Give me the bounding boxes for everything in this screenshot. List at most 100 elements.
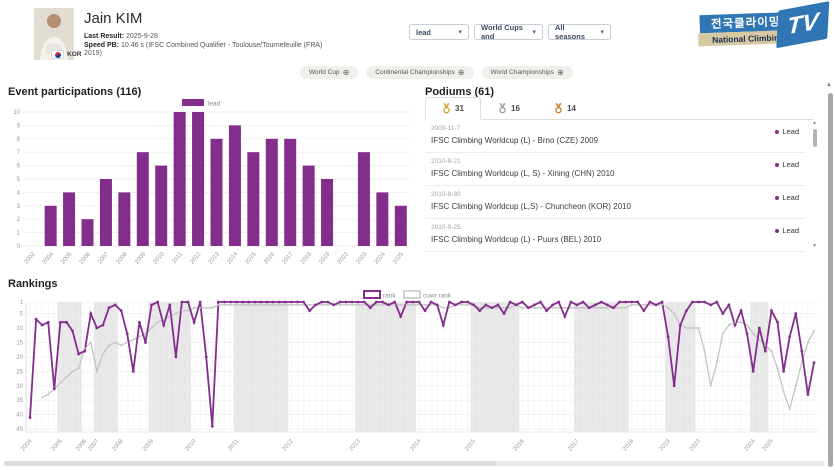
scrollbar-thumb[interactable]: [813, 129, 817, 147]
svg-text:2019: 2019: [658, 438, 672, 453]
bar: [82, 219, 94, 246]
svg-text:2006: 2006: [75, 438, 89, 453]
podium-list: 2009-11-7 IFSC Climbing Worldcup (L) - B…: [425, 120, 805, 252]
podium-date: 2009-11-7: [431, 125, 460, 132]
tab-gold-medals[interactable]: 31: [425, 97, 481, 120]
svg-text:2016: 2016: [263, 251, 277, 266]
last-result: Last Result: 2025-9-28: [84, 33, 330, 42]
country-code: KOR: [67, 51, 81, 58]
bar: [266, 139, 278, 246]
bar: [211, 139, 223, 246]
podium-row[interactable]: 2009-11-7 IFSC Climbing Worldcup (L) - B…: [425, 120, 805, 153]
svg-text:2015: 2015: [464, 438, 478, 453]
korea-flag-icon: [51, 50, 64, 59]
scroll-up-icon[interactable]: ▲: [826, 82, 832, 88]
bar: [284, 139, 296, 246]
svg-text:45: 45: [16, 427, 23, 433]
svg-text:6: 6: [17, 164, 21, 170]
chip-world-cup[interactable]: World Cup ⊕: [300, 66, 358, 79]
svg-text:4: 4: [17, 190, 21, 196]
season-select[interactable]: All seasons ▾: [548, 24, 611, 40]
participation-bar-chart: lead012345678910200220042005200620072008…: [6, 96, 418, 276]
svg-text:9: 9: [17, 123, 21, 129]
svg-text:2015: 2015: [245, 251, 259, 266]
svg-text:1: 1: [20, 300, 24, 306]
podium-medal-tabs: 31 16 14: [425, 97, 813, 120]
svg-text:2014: 2014: [409, 438, 423, 453]
bar: [45, 206, 57, 246]
svg-text:lead: lead: [208, 101, 221, 108]
svg-text:40: 40: [16, 413, 23, 419]
horizontal-scrollbar[interactable]: [4, 461, 825, 466]
bar: [63, 192, 75, 246]
svg-text:2024: 2024: [744, 438, 758, 453]
svg-text:30: 30: [16, 384, 23, 390]
svg-text:2014: 2014: [226, 251, 240, 266]
event-type-select[interactable]: World Cups and ▾: [474, 24, 543, 40]
svg-text:2005: 2005: [60, 251, 74, 266]
season-band: [471, 302, 520, 432]
athlete-meta: Last Result: 2025-9-28 Speed PB: 10.46 s…: [84, 33, 330, 59]
lead-dot-icon: [775, 229, 779, 233]
discipline-badge: Lead: [775, 193, 799, 202]
lead-dot-icon: [775, 196, 779, 200]
svg-text:2017: 2017: [282, 251, 296, 266]
svg-text:2008: 2008: [116, 251, 130, 266]
chip-world-championships[interactable]: World Championships ⊕: [482, 66, 573, 79]
bar: [303, 166, 315, 246]
podium-row[interactable]: 2010-9-25 IFSC Climbing Worldcup (L) - P…: [425, 219, 805, 252]
discipline-select[interactable]: lead ▾: [409, 24, 469, 40]
svg-text:2025: 2025: [762, 438, 776, 453]
svg-text:2024: 2024: [374, 251, 388, 266]
svg-text:2016: 2016: [513, 438, 527, 453]
chevron-down-icon: ▾: [532, 28, 536, 36]
svg-text:20: 20: [16, 355, 23, 361]
podium-list-scrollbar[interactable]: ▲ ▼: [811, 121, 819, 249]
svg-text:2007: 2007: [87, 438, 101, 453]
bar: [395, 206, 407, 246]
svg-text:2: 2: [17, 217, 21, 223]
discipline-badge: Lead: [775, 160, 799, 169]
podium-row[interactable]: 2010-8-21 IFSC Climbing Worldcup (L, S) …: [425, 153, 805, 186]
svg-text:2009: 2009: [134, 251, 148, 266]
svg-text:25: 25: [16, 369, 23, 375]
svg-text:2006: 2006: [79, 251, 93, 266]
season-band: [94, 302, 118, 432]
svg-text:2011: 2011: [227, 438, 240, 452]
lead-dot-icon: [775, 130, 779, 134]
tab-silver-medals[interactable]: 16: [481, 97, 537, 120]
bar: [247, 152, 259, 246]
chip-continental-championships[interactable]: Continental Championships ⊕: [366, 66, 473, 79]
podium-event: IFSC Climbing Worldcup (L) - Puurs (BEL)…: [431, 235, 601, 244]
tab-bronze-medals[interactable]: 14: [537, 97, 593, 120]
bar: [137, 152, 149, 246]
add-filter-icon: ⊕: [343, 68, 350, 77]
svg-text:2010: 2010: [184, 438, 198, 453]
discipline-badge: Lead: [775, 127, 799, 136]
podium-event: IFSC Climbing Worldcup (L, S) - Xining (…: [431, 169, 614, 178]
bar: [174, 112, 186, 246]
scroll-down-icon[interactable]: ▼: [812, 244, 817, 249]
rankings-line-chart: 1510152025303540452004200520062007200820…: [6, 288, 826, 460]
svg-text:2018: 2018: [300, 251, 314, 266]
legend-swatch-cuwr: [404, 291, 420, 298]
logo-tv-badge: TV: [776, 1, 829, 48]
svg-text:2025: 2025: [392, 251, 406, 266]
svg-text:2017: 2017: [567, 438, 581, 453]
discipline-badge: Lead: [775, 226, 799, 235]
bar: [118, 192, 130, 246]
scroll-up-icon[interactable]: ▲: [812, 121, 817, 126]
svg-text:2013: 2013: [349, 438, 363, 453]
svg-text:2012: 2012: [282, 438, 296, 453]
page-scrollbar[interactable]: [828, 93, 833, 467]
podium-row[interactable]: 2010-8-30 IFSC Climbing Worldcup (L,S) -…: [425, 186, 805, 219]
podium-event: IFSC Climbing Worldcup (L) - Brno (CZE) …: [431, 136, 598, 145]
podium-event: IFSC Climbing Worldcup (L,S) - Chuncheon…: [431, 202, 631, 211]
gold-medal-icon: [442, 103, 451, 114]
legend-swatch: [182, 99, 204, 106]
podium-date: 2010-8-21: [431, 158, 461, 165]
svg-text:2011: 2011: [171, 251, 184, 265]
svg-text:2019: 2019: [318, 251, 332, 266]
bar: [376, 192, 388, 246]
scrollbar-thumb[interactable]: [4, 461, 497, 466]
